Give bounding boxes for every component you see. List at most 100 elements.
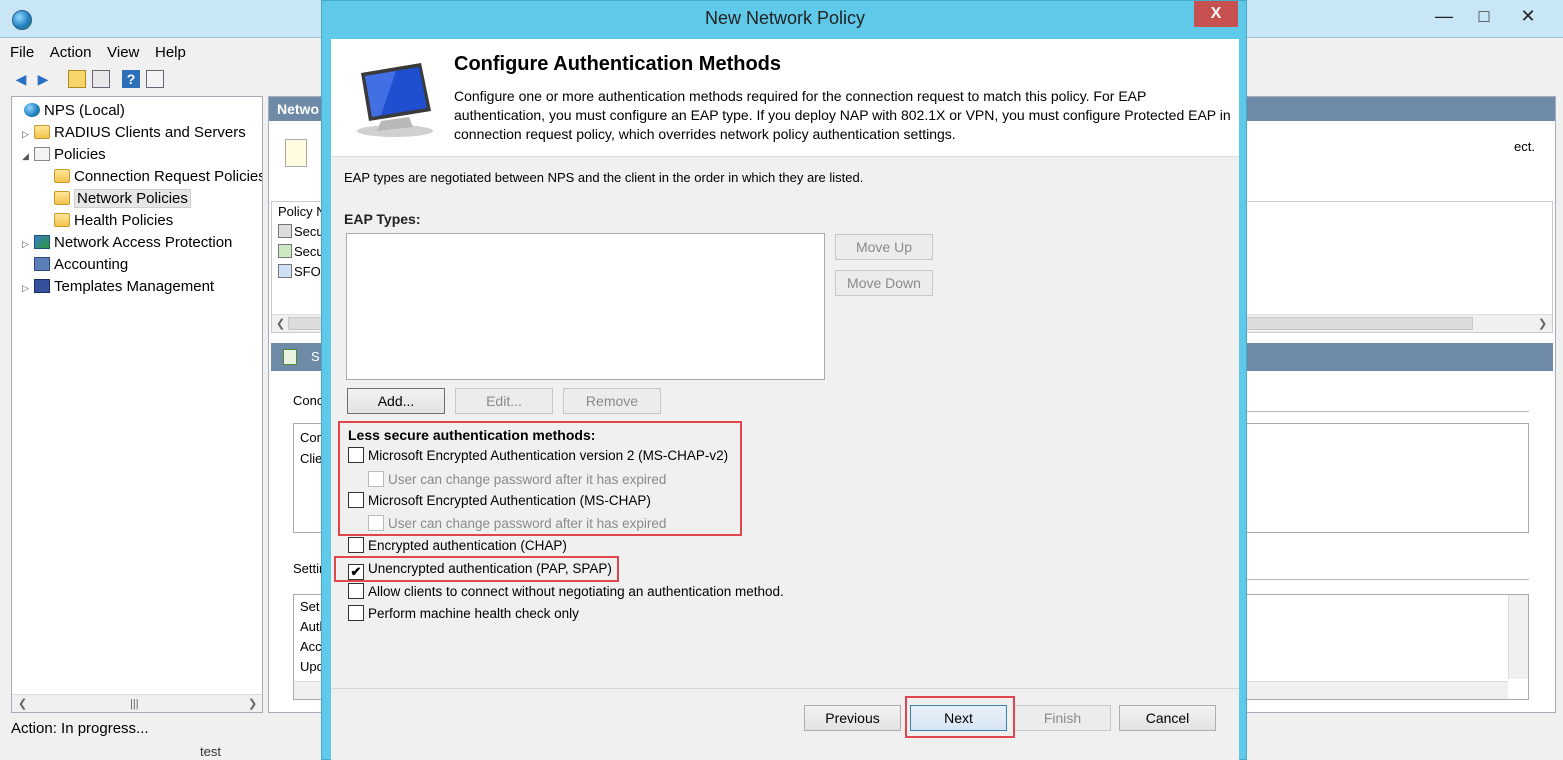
show-hide-tree-icon[interactable] — [92, 70, 110, 88]
option-label: Allow clients to connect without negotia… — [368, 584, 784, 599]
menu-action[interactable]: Action — [50, 44, 92, 61]
monitor-icon — [357, 63, 433, 137]
less-secure-highlight — [338, 421, 742, 536]
expand-icon[interactable]: ▷ — [22, 124, 34, 144]
expand-icon[interactable]: ▷ — [22, 234, 34, 254]
add-button[interactable]: Add... — [347, 388, 445, 414]
tree-item-network-access-protection[interactable]: ▷ Network Access Protection — [22, 233, 232, 253]
eap-types-list[interactable] — [346, 233, 825, 380]
column-header-policy-name[interactable]: Policy N — [278, 204, 326, 219]
menu-view[interactable]: View — [107, 44, 139, 61]
folder-icon — [54, 169, 70, 183]
cancel-button[interactable]: Cancel — [1119, 705, 1216, 731]
tree-item-label: Policies — [54, 146, 106, 163]
option-label: Encrypted authentication (CHAP) — [368, 538, 567, 553]
page-description: Configure one or more authentication met… — [454, 88, 1231, 142]
tree-item-label: Network Policies — [74, 189, 191, 208]
tree-item-radius-clients[interactable]: ▷ RADIUS Clients and Servers — [22, 123, 246, 143]
finish-button[interactable]: Finish — [1014, 705, 1111, 731]
list-item-label: Secu — [294, 224, 324, 239]
chap-checkbox[interactable] — [348, 537, 364, 553]
list-item[interactable]: SFO — [278, 262, 321, 282]
new-network-policy-dialog: New Network Policy X Configure Authentic… — [321, 0, 1247, 760]
edit-button[interactable]: Edit... — [455, 388, 553, 414]
policy-shield-icon — [283, 349, 297, 365]
previous-button[interactable]: Previous — [804, 705, 901, 731]
menu-bar: File Action View Help — [10, 44, 198, 64]
conditions-label: Conc — [293, 393, 324, 408]
forward-icon[interactable]: ▶ — [34, 70, 52, 88]
grid-row: Set — [300, 599, 320, 614]
details-description: ect. — [1514, 139, 1535, 154]
pap-highlight — [334, 556, 619, 582]
tree-item-network-policies[interactable]: Network Policies — [42, 189, 191, 209]
policy-icon — [278, 264, 292, 278]
tree-item-label: Network Access Protection — [54, 234, 233, 251]
health-check-only-option[interactable]: Perform machine health check only — [348, 605, 579, 623]
templates-icon — [34, 279, 50, 293]
properties-icon[interactable] — [146, 70, 164, 88]
menu-help[interactable]: Help — [155, 44, 186, 61]
tree-item-templates-management[interactable]: ▷ Templates Management — [22, 277, 214, 297]
document-icon — [285, 139, 307, 167]
accounting-icon — [34, 257, 50, 271]
scroll-left-icon[interactable]: ❮ — [276, 315, 285, 333]
network-policies-icon — [54, 191, 70, 205]
move-down-button[interactable]: Move Down — [835, 270, 933, 296]
tree-item-policies[interactable]: ◢ Policies — [22, 145, 106, 165]
list-item[interactable]: Secu — [278, 222, 324, 242]
folder-icon — [54, 213, 70, 227]
tree-item-connection-request-policies[interactable]: Connection Request Policies — [42, 167, 263, 187]
next-highlight — [905, 696, 1015, 738]
policy-icon — [34, 147, 50, 161]
maximize-icon[interactable]: □ — [1462, 2, 1506, 30]
list-item[interactable]: Secu — [278, 242, 324, 262]
settings-vertical-scrollbar[interactable] — [1508, 595, 1528, 679]
expand-icon[interactable]: ▷ — [22, 278, 34, 298]
collapse-icon[interactable]: ◢ — [22, 146, 34, 166]
grid-row: Acc — [300, 639, 322, 654]
list-item-label: SFO — [294, 264, 321, 279]
footer-divider — [331, 688, 1239, 689]
minimize-icon[interactable]: — — [1422, 2, 1466, 30]
tree-item-label: Connection Request Policies — [74, 168, 263, 185]
tree-item-label: Accounting — [54, 256, 129, 273]
folder-icon — [34, 125, 50, 139]
tree-horizontal-scrollbar[interactable]: ❮ ||| ❯ — [12, 694, 262, 712]
close-icon[interactable]: ✕ — [1506, 2, 1550, 30]
scroll-right-icon[interactable]: ❯ — [1538, 315, 1547, 333]
grid-row: Clie — [300, 451, 323, 466]
tree-item-label: Templates Management — [54, 278, 215, 295]
option-label: Perform machine health check only — [368, 606, 579, 621]
chap-option[interactable]: Encrypted authentication (CHAP) — [348, 537, 567, 555]
close-icon[interactable]: X — [1194, 1, 1238, 27]
tree-item-accounting[interactable]: Accounting — [22, 255, 128, 275]
tree-item-label: NPS (Local) — [44, 102, 125, 119]
page-title: Configure Authentication Methods — [454, 53, 782, 75]
tree-item-nps-local[interactable]: NPS (Local) — [12, 101, 125, 121]
help-icon[interactable]: ? — [122, 70, 140, 88]
bottom-fragment: test — [200, 744, 221, 759]
health-check-only-checkbox[interactable] — [348, 605, 364, 621]
list-item-label: Secu — [294, 244, 324, 259]
scroll-right-icon[interactable]: ❯ — [248, 695, 257, 712]
scroll-thumb-grip-icon[interactable]: ||| — [130, 695, 139, 712]
nap-icon — [34, 235, 50, 249]
tree-item-label: Health Policies — [74, 212, 174, 229]
allow-no-auth-option[interactable]: Allow clients to connect without negotia… — [348, 583, 784, 601]
eap-types-label: EAP Types: — [344, 211, 421, 227]
menu-file[interactable]: File — [10, 44, 34, 61]
selected-policy-name: S — [311, 349, 320, 364]
back-icon[interactable]: ◀ — [12, 70, 30, 88]
move-up-button[interactable]: Move Up — [835, 234, 933, 260]
remove-button[interactable]: Remove — [563, 388, 661, 414]
dialog-body: Configure Authentication Methods Configu… — [331, 39, 1239, 760]
tree-item-health-policies[interactable]: Health Policies — [42, 211, 173, 231]
up-folder-icon[interactable] — [68, 70, 86, 88]
allow-no-auth-checkbox[interactable] — [348, 583, 364, 599]
scroll-left-icon[interactable]: ❮ — [18, 695, 27, 712]
dialog-header: Configure Authentication Methods Configu… — [331, 39, 1239, 157]
console-tree: NPS (Local) ▷ RADIUS Clients and Servers … — [11, 96, 263, 713]
dialog-title: New Network Policy — [704, 8, 866, 28]
toolbar: ◀ ▶ ? — [12, 70, 212, 92]
